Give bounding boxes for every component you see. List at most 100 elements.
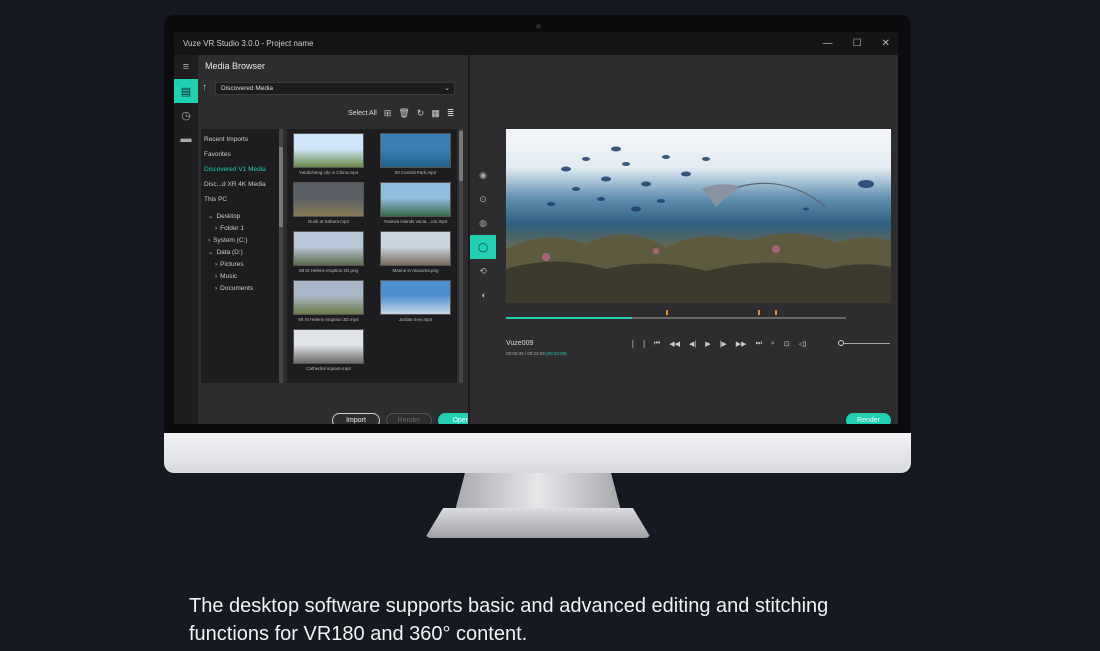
chevron-down-icon[interactable]: ⌄ [208,213,213,220]
skip-end-icon[interactable]: ⏭ [756,340,762,348]
grid-view-icon[interactable]: ▦ [431,108,440,119]
media-thumbnail[interactable]: Yandicheng city in China.mp4 [293,133,364,179]
thumbnail-caption: 60 Central Park.mp4 [394,170,437,175]
tree-node[interactable]: › System (C:) [201,235,279,247]
media-thumbnail[interactable]: Marine in Atacama.png [380,231,451,277]
media-thumbnail[interactable]: Cathedral square.mp4 [293,329,364,375]
tree-node-label: Pictures [220,261,244,268]
chevron-right-icon[interactable]: › [215,273,217,280]
chevron-down-icon[interactable]: ⌄ [208,249,213,256]
tree-item[interactable]: Discovered V1 Media [201,162,279,177]
tree-scrollbar[interactable] [279,129,283,383]
tree-node[interactable]: ⌄ Desktop [201,211,279,223]
media-thumbnail[interactable]: Dusk at Sahara.mp4 [293,182,364,228]
chevron-right-icon[interactable]: › [215,261,217,268]
minimize-icon[interactable]: — [823,38,833,49]
media-thumbnail[interactable]: Mt St Helens eruption 3D.mp4 [293,280,364,326]
step-forward-icon[interactable]: |▶ [720,340,727,348]
import-button[interactable]: Import [332,413,380,424]
render-button-disabled[interactable]: Render [386,413,432,424]
preview-panel: ◉ ⊙ ◍ ◯ ⟲ ◖ Vuze009 00:05:30 / 00:24:09 … [470,55,898,424]
thumbnail-caption: Mt St Helens eruption 3D.mp4 [298,317,359,322]
thumbnail-caption: Cathedral square.mp4 [306,366,351,371]
maximize-icon[interactable]: ☐ [853,38,862,49]
step-back-icon[interactable]: ◀| [689,340,696,348]
tree-item[interactable]: Favorites [201,147,279,162]
snapshot-icon[interactable]: ⊡ [784,340,790,348]
fast-forward-icon[interactable]: ▶▶ [736,340,747,348]
monitor-chin [164,433,911,473]
tree-node-label: Music [220,273,238,280]
thumbnail-caption: Marine in Atacama.png [392,268,439,273]
clip-time: 00:05:30 / 00:24:09 (00:10:09) [506,351,567,356]
tree-node[interactable]: › Music [201,271,279,283]
media-icon[interactable]: ▤ [174,79,198,103]
timeline-marker[interactable] [665,310,668,315]
mark-in-icon[interactable]: [ [632,341,634,348]
film-icon[interactable]: ▬ [174,127,198,151]
tree-node[interactable]: › Folder 1 [201,223,279,235]
tree-item[interactable]: Recent Imports [201,132,279,147]
thumbnail-image [293,329,364,364]
play-icon[interactable]: ▶ [705,340,710,348]
view-mode-icon[interactable]: ◖ [470,283,496,307]
tree-item[interactable]: This PC [201,192,279,207]
thumbnail-image [293,182,364,217]
tree-node[interactable]: › Pictures [201,259,279,271]
clip-name: Vuze009 [506,340,534,347]
media-thumbnail[interactable]: 60 Central Park.mp4 [380,133,451,179]
thumbnail-grid: Yandicheng city in China.mp4 60 Central P… [287,129,457,383]
timeline-marker[interactable] [757,310,760,315]
close-icon[interactable]: ✕ [882,38,890,49]
up-arrow-icon[interactable]: ↑ [202,82,207,93]
media-thumbnail[interactable]: Mt St Helens eruption 2D.png [293,231,364,277]
view-mode-icon[interactable]: ⟲ [470,259,496,283]
media-thumbnail[interactable]: Yosewa islands vacat....ion.mp4 [380,182,451,228]
thumbnail-caption: Yandicheng city in China.mp4 [298,170,359,175]
timeline-marker[interactable] [774,310,777,315]
chevron-right-icon[interactable]: › [215,225,217,232]
source-dropdown[interactable]: Discovered Media ⌄ [215,82,455,95]
grid-scrollbar[interactable] [459,129,463,383]
view-mode-icon[interactable]: ◍ [470,211,496,235]
thumbnail-image [293,133,364,168]
tree-node[interactable]: ⌄ Data (D:) [201,247,279,259]
volume-slider-handle[interactable] [838,340,844,346]
view-mode-icon[interactable]: ⊙ [470,187,496,211]
view-mode-icon[interactable]: ◯ [470,235,496,259]
underwater-scene-illustration [506,146,891,303]
titlebar: Vuze VR Studio 3.0.0 - Project name — ☐ … [174,32,898,55]
tree-node[interactable]: › Documents [201,283,279,295]
chevron-right-icon[interactable]: › [215,285,217,292]
media-thumbnail[interactable]: Jordan river.mp4 [380,280,451,326]
media-browser-panel: Media Browser ↑ Discovered Media ⌄ Selec… [198,55,484,424]
refresh-icon[interactable]: ↻ [417,108,425,119]
clip-time-extra: (00:10:09) [546,351,567,356]
menu-icon[interactable]: ≡ [174,55,198,79]
source-dropdown-value: Discovered Media [221,85,274,92]
timer-icon[interactable]: ◷ [174,103,198,127]
rewind-icon[interactable]: ◀◀ [669,340,680,348]
view-mode-icon[interactable]: ◉ [470,163,496,187]
volume-slider[interactable] [842,343,890,344]
video-preview[interactable] [506,129,891,303]
thumbnail-image [293,231,364,266]
list-view-icon[interactable]: ≣ [447,108,455,119]
trash-icon[interactable]: 🗑 [398,108,409,119]
grid-scroll-thumb[interactable] [459,131,463,181]
tree-node-label: Desktop [216,213,241,220]
add-folder-icon[interactable]: ⊞ [384,108,392,119]
render-button[interactable]: Render [846,413,891,424]
thumbnail-caption: Jordan river.mp4 [398,317,433,322]
select-all-button[interactable]: Select All [348,110,377,117]
skip-start-icon[interactable]: ⏮ [654,340,660,348]
chevron-right-icon[interactable]: › [208,237,210,244]
media-browser-title: Media Browser [205,61,266,71]
thumbnail-caption: Mt St Helens eruption 2D.png [298,268,359,273]
tree-item[interactable]: Disc...d XR 4K Media [201,177,279,192]
volume-icon[interactable]: ◁) [799,340,807,348]
mark-out-icon[interactable]: ] [643,341,645,348]
tree-node-label: Documents [220,285,254,292]
tree-scroll-thumb[interactable] [279,147,283,227]
zoom-icon[interactable]: ⌕ [771,340,775,348]
